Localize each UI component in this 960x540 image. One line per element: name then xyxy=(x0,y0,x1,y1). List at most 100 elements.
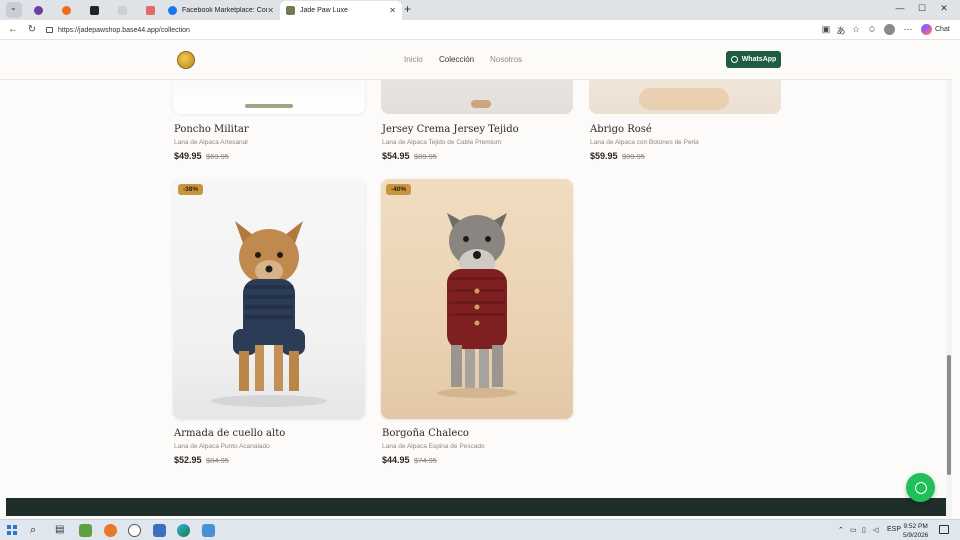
product-price: $49.95 xyxy=(174,151,202,161)
product-old-price: $84.95 xyxy=(206,456,229,465)
scrollbar-thumb[interactable] xyxy=(947,355,951,475)
chevron-down-icon: ⌄ xyxy=(10,3,17,12)
task-view-icon[interactable]: ▤ xyxy=(55,524,64,535)
copilot-icon[interactable] xyxy=(921,24,932,35)
whatsapp-button[interactable]: WhatsApp xyxy=(726,51,781,68)
whatsapp-icon xyxy=(730,56,738,63)
tab-title: Facebook Marketplace: Compra y xyxy=(182,7,267,14)
taskbar-app-icon[interactable] xyxy=(79,524,92,537)
site-footer xyxy=(6,498,947,516)
minimize-icon[interactable]: — xyxy=(890,3,910,13)
tab-favicon-icon xyxy=(34,6,43,15)
new-tab-button[interactable]: + xyxy=(404,2,411,16)
nav-coleccion[interactable]: Colección xyxy=(439,55,474,64)
browser-tab[interactable] xyxy=(28,1,50,20)
nav-inicio[interactable]: Inicio xyxy=(404,55,423,64)
favorites-icon[interactable]: ✩ xyxy=(866,24,878,35)
product-subtitle: Lana de Alpaca Tejido de Cable Premium xyxy=(382,139,502,146)
chatgpt-icon[interactable] xyxy=(128,524,141,537)
product-price: $54.95 xyxy=(382,151,410,161)
product-price: $52.95 xyxy=(174,455,202,465)
product-name[interactable]: Abrigo Rosé xyxy=(590,124,652,135)
product-subtitle: Lana de Alpaca Artesanal xyxy=(174,139,248,146)
close-icon[interactable]: ✕ xyxy=(389,6,396,15)
page-viewport: Inicio Colección Nosotros WhatsApp Ponch… xyxy=(0,40,952,519)
facebook-icon xyxy=(168,6,177,15)
browser-tab[interactable] xyxy=(84,1,106,20)
network-icon[interactable]: ▭ xyxy=(850,526,857,534)
discount-badge: -40% xyxy=(386,184,412,195)
tab-actions-button[interactable]: ⌄ xyxy=(6,2,22,18)
windows-start-icon[interactable] xyxy=(7,525,17,535)
product-old-price: $69.95 xyxy=(206,152,229,161)
tab-favicon-icon xyxy=(118,6,127,15)
notifications-icon[interactable] xyxy=(939,525,949,534)
language-indicator[interactable]: ESP xyxy=(887,526,901,533)
product-image[interactable] xyxy=(381,179,573,419)
close-icon[interactable]: ✕ xyxy=(267,6,274,15)
product-photo-detail xyxy=(471,100,491,108)
product-old-price: $89.95 xyxy=(414,152,437,161)
browser-toolbar: ← ↻ https://jadepawshop.base44.app/colle… xyxy=(0,20,960,40)
translate-icon[interactable]: あ xyxy=(835,24,847,37)
windows-taskbar: ⌕ ▤ ⌃ ▭ ▯ ◁ ESP 9:52 PM 5/9/2026 xyxy=(0,519,960,540)
taskbar-app-icon[interactable] xyxy=(202,524,215,537)
product-name[interactable]: Borgoña Chaleco xyxy=(382,428,469,439)
chevron-up-icon[interactable]: ⌃ xyxy=(838,526,844,534)
battery-icon[interactable]: ▯ xyxy=(862,526,866,534)
favorite-star-icon[interactable]: ☆ xyxy=(850,24,862,35)
browser-tab[interactable] xyxy=(112,1,134,20)
tab-favicon-icon xyxy=(286,6,295,15)
address-bar[interactable]: https://jadepawshop.base44.app/collectio… xyxy=(42,23,812,37)
discount-badge: -38% xyxy=(178,184,204,195)
site-header: Inicio Colección Nosotros WhatsApp xyxy=(0,40,952,80)
product-old-price: $99.95 xyxy=(622,152,645,161)
browser-tab-active[interactable]: Jade Paw Luxe ✕ xyxy=(280,1,402,20)
taskbar-app-icon[interactable] xyxy=(104,524,117,537)
refresh-icon[interactable]: ↻ xyxy=(25,24,39,36)
tab-favicon-icon xyxy=(90,6,99,15)
clock-date: 5/9/2026 xyxy=(903,532,929,539)
more-menu-icon[interactable]: ⋯ xyxy=(902,24,914,35)
browser-tab-strip: ⌄ Facebook Marketplace: Compra y ✕ Jade … xyxy=(0,0,960,20)
product-subtitle: Lana de Alpaca Punto Acanalado xyxy=(174,443,270,450)
tab-favicon-icon xyxy=(146,6,155,15)
product-old-price: $74.95 xyxy=(414,456,437,465)
product-name[interactable]: Jersey Crema Jersey Tejido xyxy=(382,124,519,135)
edge-browser-icon[interactable] xyxy=(177,524,190,537)
volume-icon[interactable]: ◁ xyxy=(873,526,878,534)
whatsapp-label: WhatsApp xyxy=(741,56,777,63)
url-text: https://jadepawshop.base44.app/collectio… xyxy=(58,26,190,34)
search-icon[interactable]: ⌕ xyxy=(30,524,36,537)
clock-time: 9:52 PM xyxy=(903,523,928,530)
close-window-icon[interactable]: ✕ xyxy=(934,3,954,14)
lock-icon xyxy=(46,27,53,33)
product-name[interactable]: Armada de cuello alto xyxy=(174,428,285,439)
product-price: $44.95 xyxy=(382,455,410,465)
product-subtitle: Lana de Alpaca Espina de Pescado xyxy=(382,443,485,450)
dog-photo xyxy=(211,221,327,407)
product-name[interactable]: Poncho Militar xyxy=(174,124,249,135)
product-image[interactable] xyxy=(173,179,365,419)
site-logo[interactable] xyxy=(177,51,195,69)
split-screen-icon[interactable]: ▣ xyxy=(820,24,832,35)
browser-tab[interactable] xyxy=(140,1,162,20)
product-price: $59.95 xyxy=(590,151,618,161)
chat-floating-button[interactable] xyxy=(906,473,935,502)
taskbar-app-icon[interactable] xyxy=(153,524,166,537)
product-photo-detail xyxy=(245,104,293,108)
profile-avatar[interactable] xyxy=(884,24,895,35)
nav-nosotros[interactable]: Nosotros xyxy=(490,55,522,64)
back-arrow-icon[interactable]: ← xyxy=(6,24,20,36)
product-photo-detail xyxy=(639,88,729,110)
product-subtitle: Lana de Alpaca con Botones de Perla xyxy=(590,139,699,146)
dog-photo xyxy=(437,213,517,398)
browser-tab[interactable] xyxy=(56,1,78,20)
whatsapp-icon xyxy=(914,481,927,494)
page-scrollbar[interactable] xyxy=(946,40,952,519)
chat-label[interactable]: Chat xyxy=(935,26,950,33)
taskbar-clock[interactable]: 9:52 PM 5/9/2026 xyxy=(903,522,928,540)
maximize-icon[interactable]: ☐ xyxy=(912,3,932,14)
tab-favicon-icon xyxy=(62,6,71,15)
browser-tab-facebook[interactable]: Facebook Marketplace: Compra y ✕ xyxy=(162,1,280,20)
